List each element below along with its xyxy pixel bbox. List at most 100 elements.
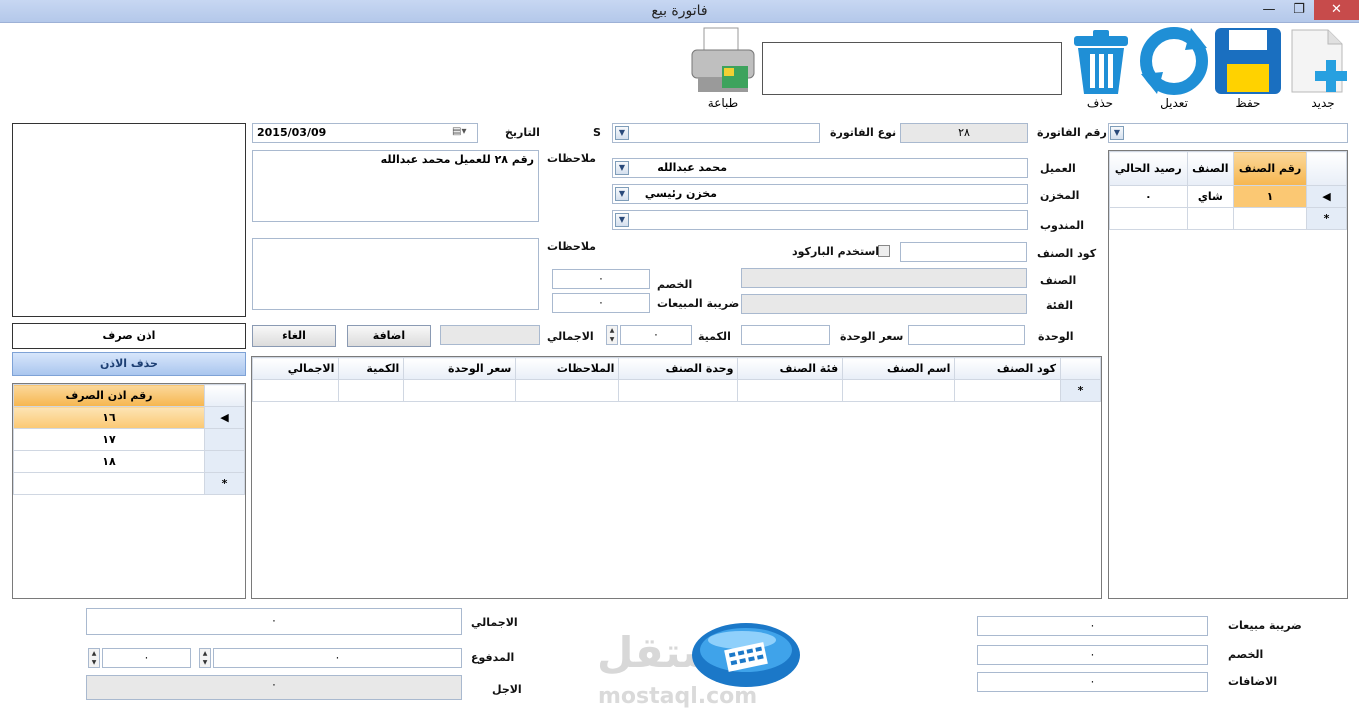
- close-button[interactable]: ✕: [1314, 0, 1359, 20]
- restore-button[interactable]: ❐: [1285, 0, 1313, 20]
- notes-field[interactable]: رقم ٢٨ للعميل محمد عبدالله: [252, 150, 539, 222]
- column-header[interactable]: الملاحظات: [515, 357, 620, 380]
- paid-extra-field[interactable]: ٠: [102, 648, 191, 668]
- chevron-down-icon[interactable]: ▼: [615, 187, 629, 201]
- column-header[interactable]: رقم الصنف: [1233, 151, 1307, 186]
- item-code-label: كود الصنف: [1037, 247, 1097, 260]
- item-field: [741, 268, 1027, 288]
- additions-field[interactable]: ٠: [977, 672, 1208, 692]
- barcode-checkbox[interactable]: [878, 245, 890, 257]
- column-header[interactable]: الصنف: [1186, 151, 1235, 186]
- rep-field[interactable]: [612, 210, 1028, 230]
- table-row[interactable]: ◀ ١ شاي ٠: [1109, 185, 1347, 208]
- balance-cell[interactable]: ٠: [1109, 185, 1188, 208]
- column-header[interactable]: سعر الوحدة: [403, 357, 517, 380]
- s-value: S: [593, 126, 601, 139]
- new-row[interactable]: *: [251, 379, 1101, 402]
- new-row[interactable]: *: [1109, 207, 1347, 230]
- total-line-field: [440, 325, 540, 345]
- customer-field[interactable]: محمد عبدالله: [612, 158, 1028, 178]
- chevron-down-icon[interactable]: ▼: [615, 126, 629, 140]
- save-button[interactable]: [1213, 26, 1283, 96]
- unit-price-label: سعر الوحدة: [840, 330, 904, 343]
- table-row[interactable]: ١٧: [13, 428, 245, 451]
- permit-number-cell[interactable]: ١٨: [13, 450, 205, 473]
- image-panel: [12, 123, 246, 317]
- select-all-corner[interactable]: [1060, 357, 1101, 380]
- search-box[interactable]: [762, 42, 1062, 95]
- category-label: الفئة: [1046, 299, 1073, 312]
- column-header[interactable]: رقم اذن الصرف: [13, 384, 205, 407]
- quantity-stepper[interactable]: ▲ ▼: [606, 325, 618, 345]
- new-row[interactable]: *: [13, 472, 245, 495]
- unit-field[interactable]: [908, 325, 1025, 345]
- edit-label: تعديل: [1160, 96, 1188, 110]
- column-header[interactable]: وحدة الصنف: [618, 357, 739, 380]
- stock-grid[interactable]: رقم الصنف الصنف رصيد الحالي ◀ ١ شاي ٠ *: [1108, 150, 1348, 599]
- discount-field[interactable]: ٠: [552, 269, 650, 289]
- chevron-down-icon[interactable]: ▼: [1110, 126, 1124, 140]
- delete-permit-button[interactable]: حذف الاذن: [12, 352, 246, 376]
- current-row-marker: ◀: [204, 406, 245, 429]
- chevron-down-icon[interactable]: ▼: [615, 213, 629, 227]
- invoice-number-search[interactable]: [1108, 123, 1348, 143]
- permit-grid[interactable]: رقم اذن الصرف ◀ ١٦ ١٧ ١٨ *: [12, 383, 246, 599]
- permit-number-cell[interactable]: ١٦: [13, 406, 205, 429]
- store-field[interactable]: مخزن رئيسي: [612, 184, 1028, 204]
- add-button[interactable]: اضافة: [347, 325, 431, 347]
- invoice-number-label: رقم الفاتورة: [1037, 126, 1107, 139]
- cancel-button[interactable]: الغاء: [252, 325, 336, 347]
- discount-label: الخصم: [657, 278, 693, 291]
- column-header[interactable]: اسم الصنف: [842, 357, 956, 380]
- select-all-corner[interactable]: [1306, 151, 1347, 186]
- notes-label: ملاحظات: [547, 152, 596, 165]
- minimize-button[interactable]: —: [1255, 0, 1283, 20]
- tax-field[interactable]: ٠: [552, 293, 650, 313]
- paid-stepper[interactable]: ▲ ▼: [199, 648, 211, 668]
- invoice-number-field: ٢٨: [900, 123, 1028, 143]
- additions-label: الاضافات: [1228, 675, 1278, 688]
- paid-label: المدفوع: [471, 651, 515, 664]
- quantity-field[interactable]: ٠: [620, 325, 692, 345]
- invoice-lines-grid[interactable]: كود الصنف اسم الصنف فئة الصنف وحدة الصنف…: [251, 356, 1102, 599]
- notes2-field[interactable]: [252, 238, 539, 310]
- paid-field[interactable]: ٠: [213, 648, 462, 668]
- invoice-type-field[interactable]: [612, 123, 820, 143]
- sales-tax-label: ضريبة مبيعات: [1228, 619, 1302, 632]
- column-header[interactable]: الكمية: [338, 357, 405, 380]
- edit-button[interactable]: [1139, 26, 1209, 96]
- item-number-cell[interactable]: ١: [1233, 185, 1307, 208]
- grid-header-row: كود الصنف اسم الصنف فئة الصنف وحدة الصنف…: [251, 357, 1101, 380]
- permit-number-cell[interactable]: ١٧: [13, 428, 205, 451]
- total-discount-label: الخصم: [1228, 648, 1264, 661]
- select-all-corner[interactable]: [204, 384, 245, 407]
- unit-price-field[interactable]: [741, 325, 830, 345]
- item-label: الصنف: [1040, 274, 1077, 287]
- delete-button[interactable]: [1066, 26, 1136, 96]
- sales-tax-field[interactable]: ٠: [977, 616, 1208, 636]
- new-row-marker: *: [204, 472, 245, 495]
- calendar-icon[interactable]: ▤▾: [452, 126, 466, 137]
- table-row[interactable]: ١٨: [13, 450, 245, 473]
- column-header[interactable]: الاجمالي: [251, 357, 340, 380]
- table-row[interactable]: ◀ ١٦: [13, 406, 245, 429]
- item-name-cell[interactable]: شاي: [1186, 185, 1235, 208]
- new-button[interactable]: [1286, 26, 1356, 98]
- chevron-down-icon[interactable]: ▼: [615, 161, 629, 175]
- column-header[interactable]: فئة الصنف: [737, 357, 844, 380]
- unit-label: الوحدة: [1038, 330, 1074, 343]
- store-label: المخزن: [1040, 189, 1080, 202]
- column-header[interactable]: كود الصنف: [954, 357, 1061, 380]
- total-discount-field[interactable]: ٠: [977, 645, 1208, 665]
- column-header[interactable]: رصيد الحالي: [1109, 151, 1188, 186]
- calculator-button[interactable]: [690, 620, 802, 690]
- print-button[interactable]: [688, 26, 758, 96]
- new-row-marker: *: [1306, 207, 1347, 230]
- date-field[interactable]: 2015/03/09: [252, 123, 478, 143]
- grid-header-row: رقم اذن الصرف: [13, 384, 245, 407]
- paid-extra-stepper[interactable]: ▲ ▼: [88, 648, 100, 668]
- window-title: فاتورة بيع: [651, 3, 708, 19]
- total-line-label: الاجمالي: [547, 330, 594, 343]
- item-code-field[interactable]: [900, 242, 1027, 262]
- customer-label: العميل: [1040, 162, 1076, 175]
